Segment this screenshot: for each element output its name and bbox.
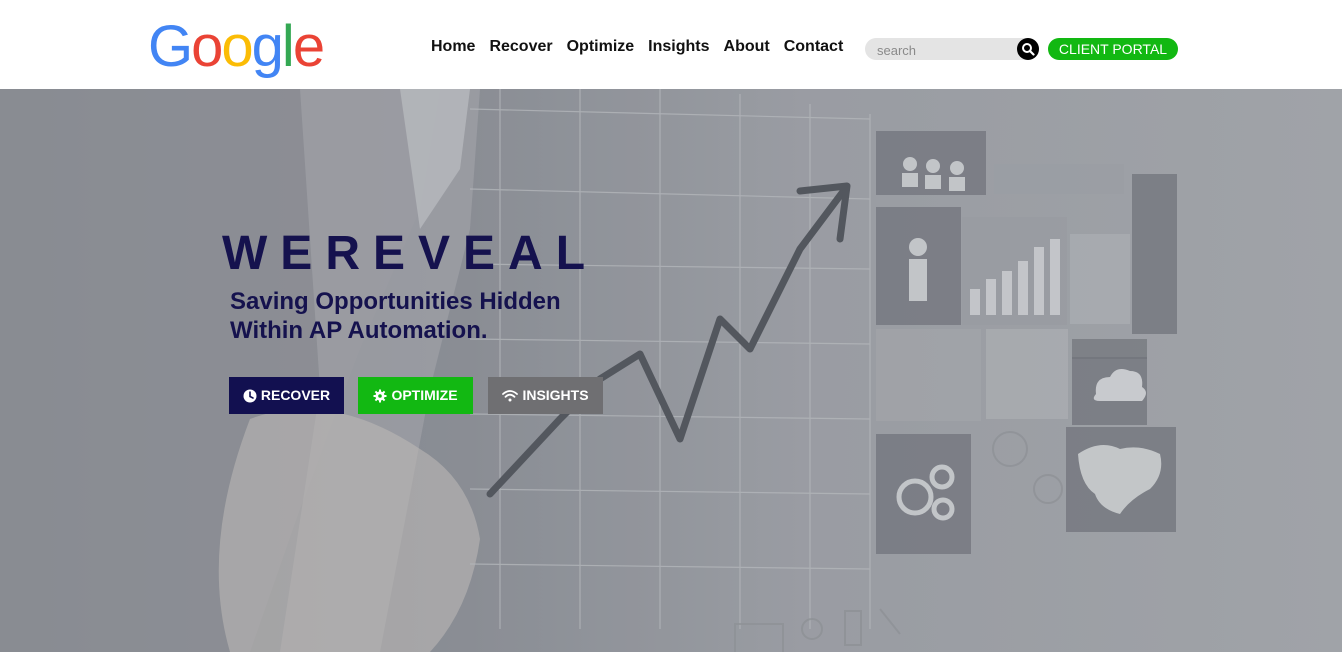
- nav-home[interactable]: Home: [431, 38, 475, 56]
- logo-letter: G: [148, 14, 193, 79]
- search-button[interactable]: [1017, 38, 1039, 60]
- logo-letter: e: [292, 14, 325, 79]
- nav-recover[interactable]: Recover: [489, 38, 552, 56]
- clock-icon: [243, 389, 257, 402]
- hero-section: WEREVEAL Saving Opportunities Hidden Wit…: [0, 89, 1342, 652]
- optimize-button-label: OPTIMIZE: [391, 387, 458, 403]
- search-box: [865, 38, 1039, 60]
- client-portal-button[interactable]: CLIENT PORTAL: [1048, 38, 1178, 60]
- site-header: Google Home Recover Optimize Insights Ab…: [0, 0, 1342, 89]
- insights-button[interactable]: INSIGHTS: [488, 377, 603, 414]
- logo-letter: o: [221, 14, 253, 79]
- logo-letter: l: [281, 14, 295, 79]
- google-logo[interactable]: Google: [148, 12, 325, 82]
- nav-optimize[interactable]: Optimize: [567, 38, 635, 56]
- logo-letter: o: [191, 14, 223, 79]
- hero-background-image: [0, 89, 1342, 652]
- logo-letter: g: [251, 14, 284, 79]
- main-nav: Home Recover Optimize Insights About Con…: [431, 38, 843, 56]
- search-input[interactable]: [875, 40, 1019, 60]
- wifi-icon: [502, 389, 519, 401]
- search-icon: [1022, 43, 1035, 56]
- nav-contact[interactable]: Contact: [784, 38, 844, 56]
- hero-title: WEREVEAL: [222, 227, 599, 280]
- optimize-button[interactable]: OPTIMIZE: [358, 377, 473, 414]
- insights-button-label: INSIGHTS: [522, 387, 589, 403]
- nav-insights[interactable]: Insights: [648, 38, 709, 56]
- recover-button-label: RECOVER: [260, 387, 331, 403]
- gear-icon: [373, 389, 387, 402]
- recover-button[interactable]: RECOVER: [229, 377, 344, 414]
- hero-subtitle: Saving Opportunities Hidden Within AP Au…: [230, 288, 561, 344]
- nav-about[interactable]: About: [724, 38, 770, 56]
